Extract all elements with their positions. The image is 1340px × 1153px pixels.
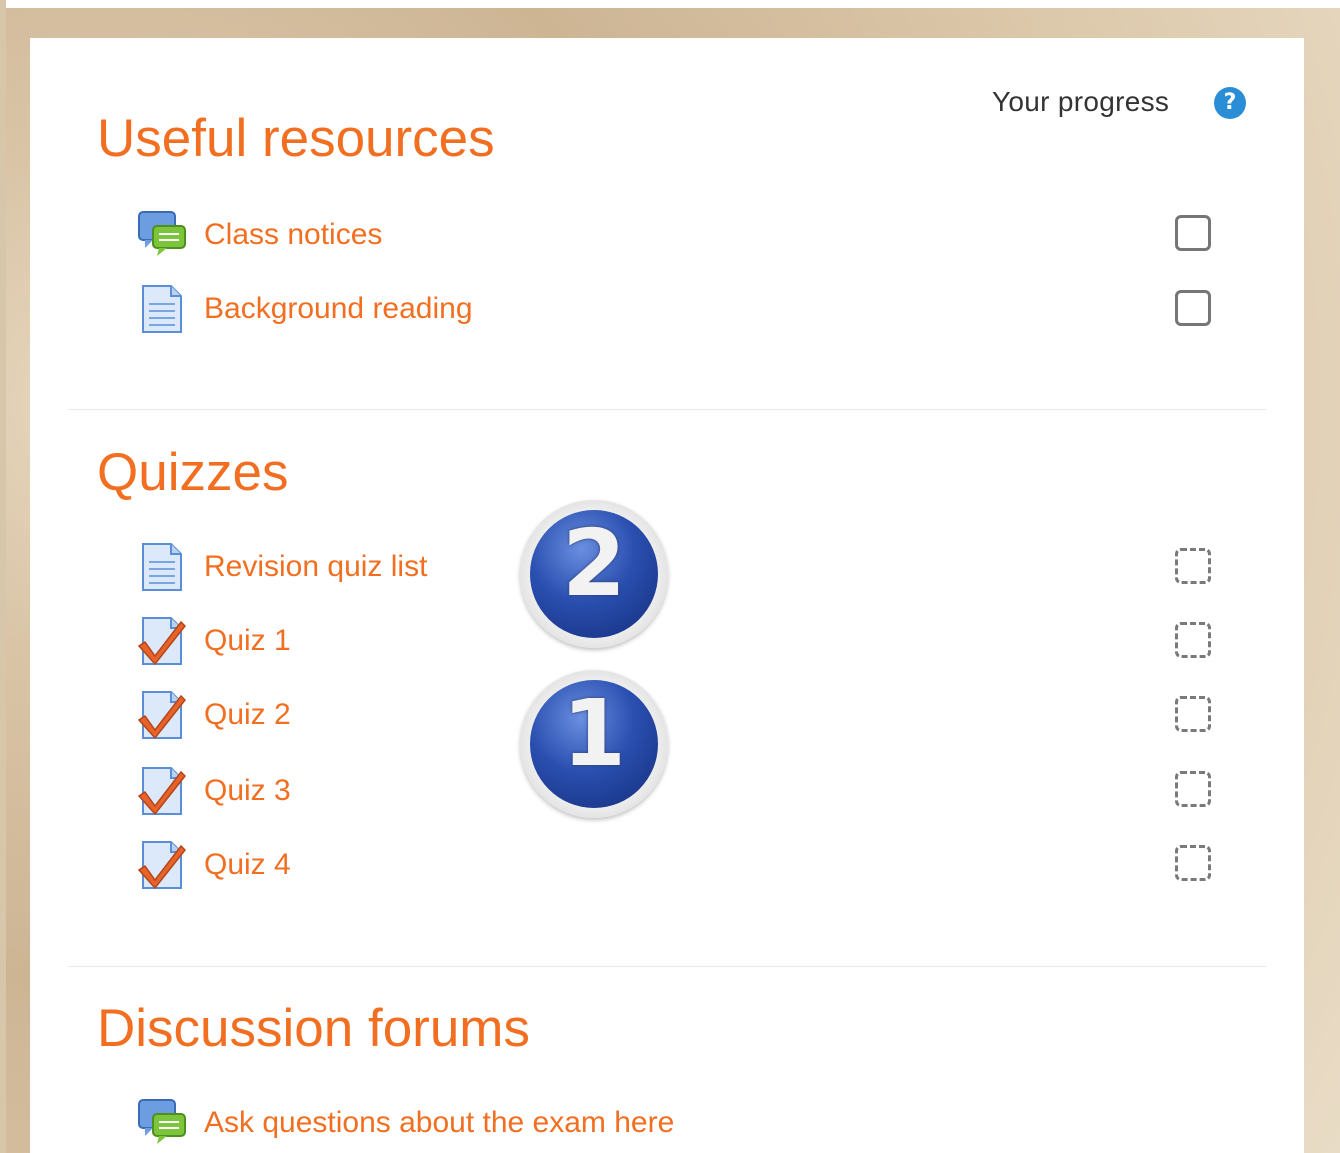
activity-link-quiz-4[interactable]: Quiz 4 — [204, 848, 291, 882]
completion-indicator-quiz-4 — [1175, 845, 1211, 881]
activity-revision-quiz-list[interactable]: Revision quiz list — [137, 540, 837, 592]
activity-link-quiz-3[interactable]: Quiz 3 — [204, 774, 291, 808]
completion-indicator-revision-quiz-list — [1175, 548, 1211, 584]
activity-quiz-3[interactable]: Quiz 3 — [137, 764, 837, 816]
your-progress-label: Your progress — [992, 86, 1170, 117]
completion-checkbox-class-notices[interactable] — [1175, 215, 1211, 251]
background-frame-left — [0, 0, 6, 1153]
page-icon — [142, 285, 182, 333]
activity-ask-questions[interactable]: Ask questions about the exam here — [137, 1096, 837, 1148]
activity-link-quiz-1[interactable]: Quiz 1 — [204, 624, 291, 658]
activity-link-quiz-2[interactable]: Quiz 2 — [204, 698, 291, 732]
section-title-useful-resources: Useful resources — [97, 109, 495, 168]
completion-indicator-quiz-2 — [1175, 696, 1211, 732]
activity-link-background-reading[interactable]: Background reading — [204, 292, 473, 326]
section-divider — [68, 966, 1266, 967]
forum-icon — [138, 211, 186, 256]
completion-checkbox-background-reading[interactable] — [1175, 290, 1211, 326]
background-frame-top — [0, 0, 1340, 8]
activity-link-revision-quiz-list[interactable]: Revision quiz list — [204, 550, 427, 584]
quiz-icon — [137, 767, 187, 816]
activity-background-reading[interactable]: Background reading — [137, 282, 837, 334]
callout-badge-1: 1 — [520, 670, 668, 818]
course-content-card — [30, 38, 1304, 1153]
quiz-icon — [137, 691, 187, 740]
completion-indicator-quiz-3 — [1175, 771, 1211, 807]
activity-class-notices[interactable]: Class notices — [137, 208, 837, 260]
quiz-icon — [137, 617, 187, 666]
section-divider — [68, 409, 1266, 410]
completion-indicator-quiz-1 — [1175, 622, 1211, 658]
help-icon[interactable]: ? — [1214, 87, 1246, 119]
activity-link-ask-questions[interactable]: Ask questions about the exam here — [204, 1106, 674, 1140]
activity-link-class-notices[interactable]: Class notices — [204, 218, 382, 252]
activity-quiz-4[interactable]: Quiz 4 — [137, 838, 837, 890]
callout-number-2: 2 — [530, 510, 658, 638]
page-icon — [142, 543, 182, 591]
callout-number-1: 1 — [530, 680, 658, 808]
quiz-icon — [137, 841, 187, 890]
callout-badge-2: 2 — [520, 500, 668, 648]
forum-icon — [138, 1099, 186, 1144]
activity-quiz-2[interactable]: Quiz 2 — [137, 688, 837, 740]
section-title-discussion-forums: Discussion forums — [97, 999, 530, 1058]
section-title-quizzes: Quizzes — [97, 443, 289, 502]
activity-quiz-1[interactable]: Quiz 1 — [137, 614, 837, 666]
